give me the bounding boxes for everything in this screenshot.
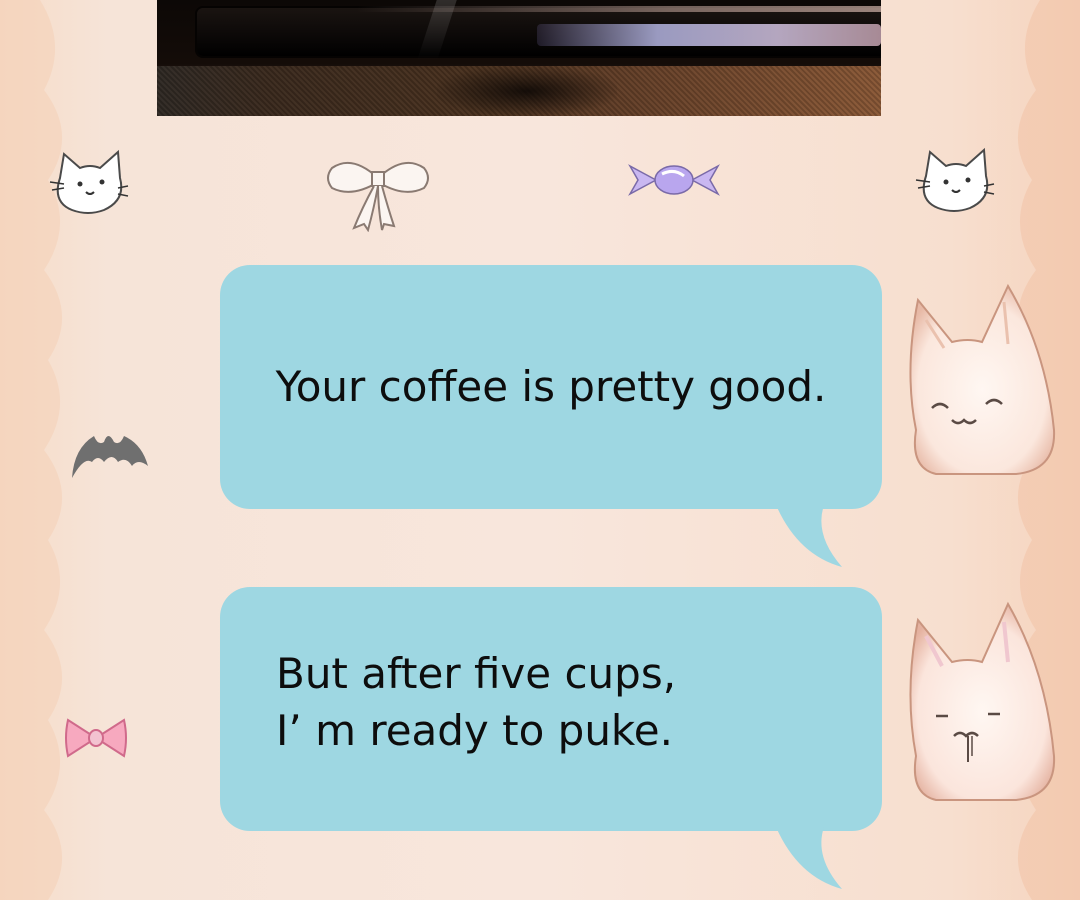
pink-bow-icon: [65, 718, 127, 758]
bubble-tail: [776, 827, 842, 889]
cat-face-icon: [49, 149, 129, 214]
message-text: But after five cups, I’ m ready to puke.: [276, 649, 677, 755]
chat-bubble: But after five cups, I’ m ready to puke.: [220, 587, 882, 831]
left-scalloped-border: [0, 0, 63, 900]
cat-avatar-icon: [909, 601, 1056, 801]
ribbon-bow-icon: [327, 161, 429, 232]
cat-face-icon: [915, 147, 995, 212]
message-text: Your coffee is pretty good.: [275, 361, 827, 411]
chat-bubble: Your coffee is pretty good.: [220, 265, 882, 509]
photo-panel: [157, 0, 881, 116]
bubble-tail: [776, 505, 842, 567]
candy-icon: [628, 164, 720, 196]
cat-avatar-icon: [909, 283, 1056, 475]
bat-icon: [72, 436, 148, 478]
